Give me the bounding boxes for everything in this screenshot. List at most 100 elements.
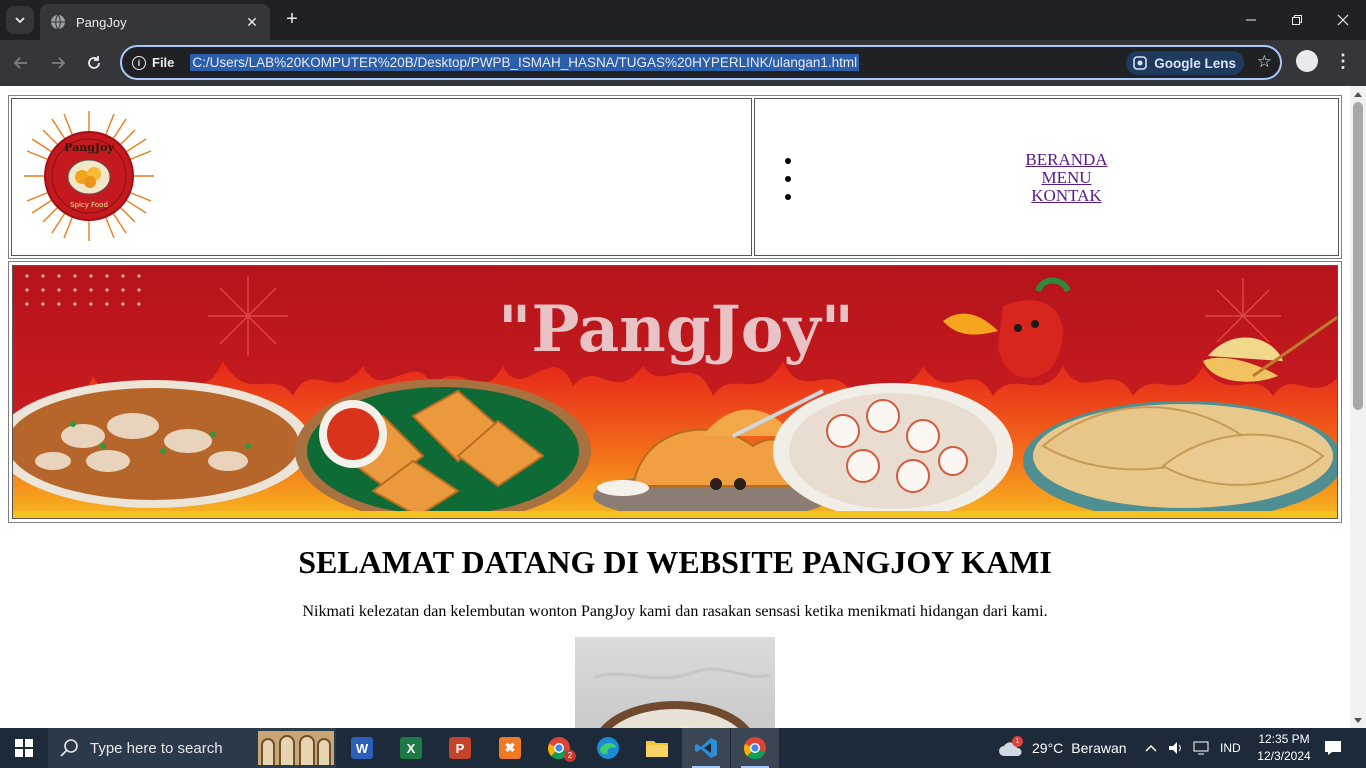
- scroll-down-arrow-icon[interactable]: [1354, 718, 1362, 723]
- notifications-button[interactable]: [1324, 728, 1342, 768]
- globe-icon: [51, 14, 65, 30]
- vscode-icon: [695, 738, 717, 758]
- browser-tab-strip: PangJoy ✕ +: [0, 0, 1366, 40]
- speaker-icon: [1169, 742, 1181, 754]
- windows-taskbar: Type here to search W X P ✖ 2 1 29°C Ber…: [0, 728, 1366, 768]
- nav-cell: BERANDA MENU KONTAK: [754, 98, 1339, 256]
- wonton-photo: [575, 637, 775, 728]
- notification-icon: [1325, 741, 1341, 755]
- restore-icon: [1292, 15, 1302, 25]
- taskbar-search-placeholder: Type here to search: [90, 739, 223, 757]
- taskbar-clock[interactable]: 12:35 PM 12/3/2024: [1256, 731, 1312, 765]
- page-heading: SELAMAT DATANG DI WEBSITE PANGJOY KAMI: [298, 544, 1052, 580]
- site-info-button[interactable]: i File: [130, 50, 184, 75]
- page-scrollbar[interactable]: [1350, 86, 1366, 728]
- nav-list: BERANDA MENU KONTAK: [755, 151, 1338, 205]
- chevron-up-icon: [1145, 744, 1157, 752]
- banner-image: "PangJoy": [12, 265, 1338, 519]
- taskbar-file-explorer[interactable]: [633, 728, 681, 768]
- page-viewport: PangJoy Spicy Food BERANDA MENU KONTAK "…: [0, 86, 1350, 728]
- forward-button[interactable]: [43, 48, 73, 78]
- banner-illustration: "PangJoy": [13, 266, 1337, 518]
- search-icon: [60, 739, 78, 757]
- back-button[interactable]: [6, 48, 36, 78]
- taskbar-search-box[interactable]: Type here to search: [48, 728, 336, 768]
- profile-avatar[interactable]: [1296, 50, 1318, 72]
- taskbar-chrome[interactable]: [731, 728, 779, 768]
- google-lens-label: Google Lens: [1154, 55, 1236, 71]
- minimize-button[interactable]: [1228, 0, 1274, 40]
- start-button[interactable]: [0, 728, 48, 768]
- header-table: PangJoy Spicy Food BERANDA MENU KONTAK: [8, 95, 1342, 259]
- chevron-down-icon: [15, 17, 25, 24]
- more-menu-icon[interactable]: ⋮: [1334, 50, 1352, 72]
- weather-badge: 1: [1012, 736, 1023, 747]
- network-button[interactable]: [1193, 728, 1209, 768]
- google-lens-button[interactable]: Google Lens: [1126, 51, 1244, 75]
- weather-condition: Berawan: [1071, 740, 1127, 756]
- taskbar-vscode[interactable]: [682, 728, 730, 768]
- show-hidden-icons-button[interactable]: [1145, 728, 1157, 768]
- folder-icon: [646, 741, 668, 757]
- weather-temperature: 29°C: [1032, 740, 1064, 756]
- edge-icon: [597, 737, 619, 759]
- powerpoint-icon: P: [449, 737, 471, 759]
- new-tab-button[interactable]: +: [280, 8, 304, 32]
- page-tagline: Nikmati kelezatan dan kelembutan wonton …: [302, 603, 1048, 620]
- close-window-button[interactable]: [1320, 0, 1366, 40]
- volume-button[interactable]: [1168, 728, 1184, 768]
- chrome-badge: 2: [564, 750, 576, 762]
- minimize-icon: [1246, 19, 1256, 21]
- reload-icon: [88, 56, 100, 69]
- taskbar-xampp[interactable]: ✖: [486, 728, 534, 768]
- xampp-icon: ✖: [499, 737, 521, 759]
- tab-search-button[interactable]: [6, 6, 34, 34]
- weather-widget[interactable]: 1 29°C Berawan: [998, 728, 1127, 768]
- close-icon: [1337, 14, 1349, 26]
- site-info-label: File: [152, 55, 175, 70]
- bookmark-star-icon[interactable]: ☆: [1257, 52, 1272, 72]
- pangjoy-logo: PangJoy Spicy Food: [24, 111, 154, 241]
- language-indicator[interactable]: IND: [1220, 728, 1241, 768]
- nav-item-kontak: KONTAK: [755, 187, 1338, 205]
- taskbar-excel[interactable]: X: [387, 728, 435, 768]
- restore-button[interactable]: [1274, 0, 1320, 40]
- banner-title: "PangJoy": [498, 292, 854, 367]
- nav-item-menu: MENU: [755, 169, 1338, 187]
- nav-item-beranda: BERANDA: [755, 151, 1338, 169]
- info-icon: i: [132, 55, 146, 70]
- word-icon: W: [351, 737, 373, 759]
- excel-icon: X: [400, 737, 422, 759]
- url-text[interactable]: C:/Users/LAB%20KOMPUTER%20B/Desktop/PWPB…: [190, 54, 860, 71]
- clock-date: 12/3/2024: [1257, 749, 1311, 763]
- nav-link-menu[interactable]: MENU: [1001, 168, 1091, 187]
- network-icon: [1193, 741, 1209, 755]
- browser-toolbar: i File C:/Users/LAB%20KOMPUTER%20B/Deskt…: [0, 40, 1366, 86]
- logo-cell: PangJoy Spicy Food: [11, 98, 752, 256]
- search-highlight-image: [258, 731, 334, 765]
- browser-tab[interactable]: PangJoy ✕: [40, 4, 270, 40]
- logo-top-text: PangJoy: [64, 141, 114, 154]
- reload-button[interactable]: [79, 48, 109, 78]
- nav-link-beranda[interactable]: BERANDA: [985, 150, 1107, 169]
- nav-link-kontak[interactable]: KONTAK: [991, 186, 1101, 205]
- wonton-bowl-image: [594, 667, 771, 728]
- language-label: IND: [1220, 741, 1241, 755]
- arrow-left-icon: [13, 57, 27, 69]
- chrome-icon: [744, 737, 766, 760]
- taskbar-powerpoint[interactable]: P: [436, 728, 484, 768]
- logo-bottom-text: Spicy Food: [70, 201, 108, 209]
- tab-title: PangJoy: [76, 14, 127, 30]
- taskbar-edge[interactable]: [584, 728, 632, 768]
- scrollbar-thumb[interactable]: [1353, 102, 1363, 410]
- address-bar[interactable]: i File C:/Users/LAB%20KOMPUTER%20B/Deskt…: [120, 45, 1282, 80]
- scroll-up-arrow-icon[interactable]: [1354, 92, 1362, 97]
- windows-logo-icon: [15, 739, 33, 757]
- lens-icon: [1133, 56, 1148, 70]
- clock-time: 12:35 PM: [1258, 732, 1310, 746]
- arrow-right-icon: [52, 57, 66, 69]
- taskbar-word[interactable]: W: [338, 728, 386, 768]
- banner-table: "PangJoy": [8, 261, 1342, 523]
- taskbar-chrome-profile[interactable]: 2: [535, 728, 583, 768]
- close-tab-icon[interactable]: ✕: [244, 14, 260, 31]
